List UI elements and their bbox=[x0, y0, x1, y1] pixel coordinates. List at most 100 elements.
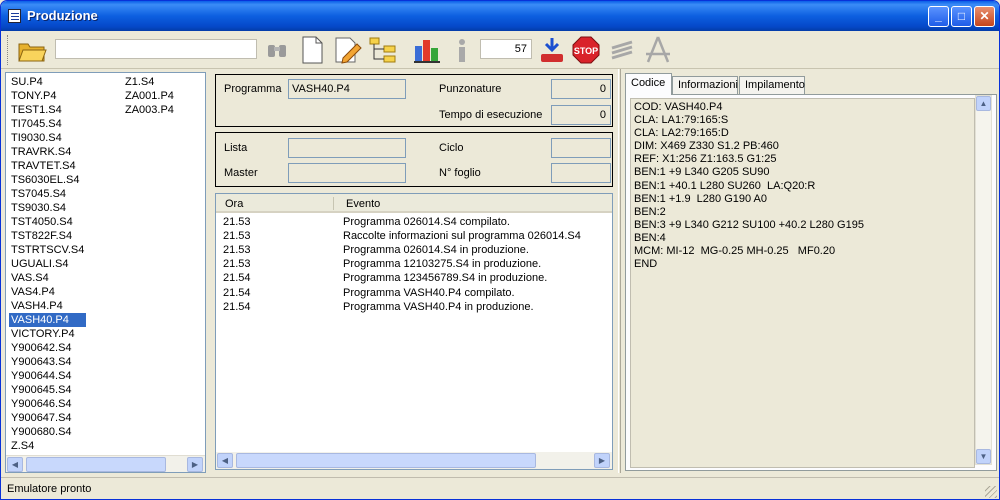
file-list-item[interactable]: VICTORY.P4 bbox=[9, 327, 86, 341]
file-list-item[interactable]: ZA003.P4 bbox=[123, 103, 176, 117]
log-cell-evento: Programma VASH40.P4 in produzione. bbox=[343, 300, 534, 313]
resize-grip-icon[interactable] bbox=[985, 486, 997, 498]
close-button[interactable]: ✕ bbox=[974, 6, 995, 27]
code-vertical-scrollbar[interactable]: ▲ ▼ bbox=[975, 95, 992, 465]
file-list-item[interactable]: TRAVTET.S4 bbox=[9, 159, 86, 173]
scrollbar-thumb[interactable] bbox=[236, 453, 536, 468]
main-window: Produzione _ □ ✕ 57 STOP SU.P4 TONY.P4 T… bbox=[0, 0, 1000, 500]
minimize-button[interactable]: _ bbox=[928, 6, 949, 27]
file-list-item[interactable]: SU.P4 bbox=[9, 75, 86, 89]
tree-structure-icon[interactable] bbox=[367, 34, 399, 66]
code-line: CLA: LA1:79:165:S bbox=[634, 114, 729, 127]
event-log-table[interactable]: Ora Evento 21.53 Programma 026014.S4 comp… bbox=[215, 193, 613, 470]
file-list-item[interactable]: VASH4.P4 bbox=[9, 299, 86, 313]
file-list-item[interactable]: TI7045.S4 bbox=[9, 117, 86, 131]
code-text-area[interactable]: COD: VASH40.P4 CLA: LA1:79:165:S CLA: LA2:… bbox=[630, 98, 975, 468]
file-list-item[interactable]: VASH40.P4 bbox=[9, 313, 87, 327]
bar-chart-icon[interactable] bbox=[411, 34, 443, 66]
info-icon[interactable] bbox=[446, 34, 478, 66]
file-list-item[interactable]: TST4050.S4 bbox=[9, 215, 86, 229]
scroll-right-arrow-icon[interactable]: ▶ bbox=[187, 457, 203, 472]
foglio-label: N° foglio bbox=[439, 167, 481, 179]
file-list-item[interactable]: Y900647.S4 bbox=[9, 411, 86, 425]
file-list-item[interactable]: TSTRTSCV.S4 bbox=[9, 243, 86, 257]
file-list-item[interactable]: TEST1.S4 bbox=[9, 103, 86, 117]
tab-impilamento[interactable]: Impilamento bbox=[739, 76, 805, 94]
log-horizontal-scrollbar[interactable]: ◀ ▶ bbox=[216, 452, 612, 469]
binoculars-icon[interactable] bbox=[261, 34, 293, 66]
scrollbar-thumb[interactable] bbox=[26, 457, 166, 472]
edit-pencil-icon[interactable] bbox=[331, 34, 363, 66]
code-line: BEN:1 +40.1 L280 SU260 LA:Q20:R bbox=[634, 179, 816, 192]
file-list-item[interactable]: Y900680.S4 bbox=[9, 425, 86, 439]
tab-informazioni[interactable]: Informazioni bbox=[672, 76, 738, 94]
file-list-item[interactable]: TS7045.S4 bbox=[9, 187, 86, 201]
column-header-ora[interactable]: Ora bbox=[225, 198, 243, 210]
stop-icon[interactable]: STOP bbox=[570, 34, 602, 66]
file-list-column: SU.P4 TONY.P4 TEST1.S4 TI7045.S4 TI9030.S4 TR… bbox=[9, 75, 87, 453]
log-cell-ora: 21.53 bbox=[223, 244, 251, 257]
panel-splitter[interactable] bbox=[618, 69, 621, 473]
file-list-item[interactable]: TS6030EL.S4 bbox=[9, 173, 86, 187]
scroll-left-arrow-icon[interactable]: ◀ bbox=[217, 453, 233, 468]
code-line: END bbox=[634, 258, 658, 271]
file-list-item[interactable]: TST822F.S4 bbox=[9, 229, 86, 243]
production-info-group: Lista Ciclo Master N° foglio bbox=[215, 132, 613, 187]
scroll-left-arrow-icon[interactable]: ◀ bbox=[7, 457, 23, 472]
drafting-compass-icon[interactable] bbox=[642, 34, 674, 66]
log-cell-ora: 21.53 bbox=[223, 230, 251, 243]
programma-field: VASH40.P4 bbox=[288, 79, 406, 99]
app-menu-icon[interactable] bbox=[8, 9, 21, 23]
open-folder-icon[interactable] bbox=[16, 34, 48, 66]
tab-codice[interactable]: Codice bbox=[625, 73, 672, 95]
file-list-item[interactable]: Z1.S4 bbox=[123, 75, 176, 89]
file-list-item[interactable]: Y900643.S4 bbox=[9, 355, 86, 369]
master-label: Master bbox=[224, 167, 258, 179]
code-line: MCM: MI-12 MG-0.25 MH-0.25 MF0.20 bbox=[634, 245, 836, 258]
code-line: DIM: X469 Z330 S1.2 PB:460 bbox=[634, 140, 779, 153]
code-line: BEN:1 +1.9 L280 G190 A0 bbox=[634, 192, 768, 205]
code-line: COD: VASH40.P4 bbox=[634, 101, 723, 113]
file-list-item[interactable]: Y900644.S4 bbox=[9, 369, 86, 383]
scroll-down-arrow-icon[interactable]: ▼ bbox=[976, 449, 991, 464]
stack-layers-icon[interactable] bbox=[606, 34, 638, 66]
program-file-list[interactable]: SU.P4 TONY.P4 TEST1.S4 TI7045.S4 TI9030.S4 TR… bbox=[5, 72, 206, 473]
log-cell-evento: Programma 026014.S4 in produzione. bbox=[343, 244, 529, 257]
code-line: BEN:1 +9 L340 G205 SU90 bbox=[634, 166, 770, 179]
programma-label: Programma bbox=[224, 83, 282, 95]
log-cell-ora: 21.54 bbox=[223, 286, 251, 299]
file-list-item[interactable]: VAS.S4 bbox=[9, 271, 86, 285]
file-list-column: Z1.S4 ZA001.P4 ZA003.P4 bbox=[123, 75, 176, 117]
lista-label: Lista bbox=[224, 142, 248, 154]
file-list-item[interactable]: ZA001.P4 bbox=[123, 89, 176, 103]
scroll-up-arrow-icon[interactable]: ▲ bbox=[976, 96, 991, 111]
file-list-item[interactable]: Y900646.S4 bbox=[9, 397, 86, 411]
log-cell-evento: Programma 026014.S4 compilato. bbox=[343, 216, 510, 228]
file-list-item[interactable]: TRAVRK.S4 bbox=[9, 145, 86, 159]
file-list-item[interactable]: Z.S4 bbox=[9, 439, 86, 453]
scroll-right-arrow-icon[interactable]: ▶ bbox=[594, 453, 610, 468]
log-cell-evento: Programma 123456789.S4 in produzione. bbox=[343, 272, 548, 285]
master-field bbox=[288, 163, 406, 183]
program-search-input[interactable] bbox=[55, 39, 257, 59]
status-bar: Emulatore pronto bbox=[1, 477, 999, 499]
log-cell-evento: Programma 12103275.S4 in produzione. bbox=[343, 258, 542, 271]
title-bar[interactable]: Produzione _ □ ✕ bbox=[1, 1, 999, 31]
download-production-icon[interactable] bbox=[535, 34, 567, 66]
log-cell-evento: Raccolte informazioni sul programma 0260… bbox=[343, 230, 581, 243]
file-list-item[interactable]: TS9030.S4 bbox=[9, 201, 86, 215]
file-list-horizontal-scrollbar[interactable]: ◀ ▶ bbox=[6, 455, 205, 472]
new-document-icon[interactable] bbox=[296, 34, 328, 66]
column-header-evento[interactable]: Evento bbox=[346, 198, 380, 210]
file-list-item[interactable]: TONY.P4 bbox=[9, 89, 86, 103]
file-list-item[interactable]: UGUALI.S4 bbox=[9, 257, 86, 271]
maximize-button[interactable]: □ bbox=[951, 6, 972, 27]
log-header-row: Ora Evento bbox=[216, 194, 612, 213]
punzonature-label: Punzonature bbox=[439, 83, 502, 95]
counter-field[interactable]: 57 bbox=[480, 39, 532, 59]
file-list-item[interactable]: Y900645.S4 bbox=[9, 383, 86, 397]
file-list-item[interactable]: VAS4.P4 bbox=[9, 285, 86, 299]
toolbar-grip[interactable] bbox=[7, 35, 10, 65]
file-list-item[interactable]: Y900642.S4 bbox=[9, 341, 86, 355]
file-list-item[interactable]: TI9030.S4 bbox=[9, 131, 86, 145]
